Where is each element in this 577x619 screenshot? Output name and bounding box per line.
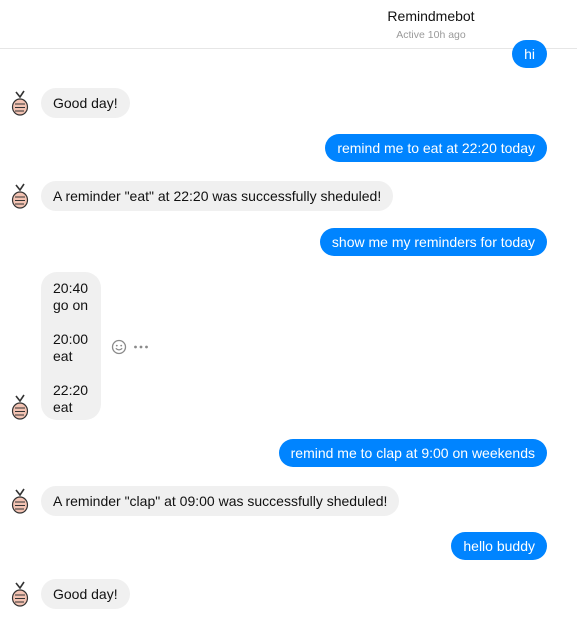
reminder-name: eat bbox=[53, 399, 73, 415]
chat-title[interactable]: Remindmebot bbox=[0, 8, 577, 24]
outgoing-message[interactable]: show me my reminders for today bbox=[319, 228, 547, 256]
bot-avatar-icon[interactable] bbox=[7, 392, 33, 420]
active-status: Active 10h ago bbox=[396, 29, 466, 41]
emoji-react-icon[interactable] bbox=[111, 339, 127, 355]
more-options-icon[interactable] bbox=[133, 345, 149, 349]
incoming-message[interactable]: A reminder "clap" at 09:00 was successfu… bbox=[41, 486, 400, 516]
incoming-message[interactable]: Good day! bbox=[41, 88, 130, 118]
reminder-time: 20:00 bbox=[53, 331, 89, 347]
chat-header: Remindmebot Active 10h ago bbox=[0, 0, 577, 49]
outgoing-message[interactable]: remind me to eat at 22:20 today bbox=[325, 134, 547, 162]
incoming-message[interactable]: Good day! bbox=[41, 579, 130, 609]
bot-avatar-icon[interactable] bbox=[7, 579, 33, 607]
outgoing-message[interactable]: hello buddy bbox=[451, 532, 547, 560]
bot-avatar-icon[interactable] bbox=[7, 486, 33, 514]
reminder-name: go on bbox=[53, 297, 89, 313]
bot-avatar-icon[interactable] bbox=[7, 181, 33, 209]
outgoing-message[interactable]: remind me to clap at 9:00 on weekends bbox=[278, 439, 547, 467]
reminder-time: 20:40 bbox=[53, 280, 89, 296]
outgoing-message[interactable]: hi bbox=[512, 40, 547, 68]
bot-avatar-icon[interactable] bbox=[7, 88, 33, 116]
reminder-name: eat bbox=[53, 348, 73, 364]
incoming-message[interactable]: A reminder "eat" at 22:20 was successful… bbox=[41, 181, 394, 211]
reminder-time: 22:20 bbox=[53, 382, 89, 398]
reminder-list-message[interactable]: 20:40 go on 20:00 eat 22:20 eat bbox=[41, 272, 101, 420]
